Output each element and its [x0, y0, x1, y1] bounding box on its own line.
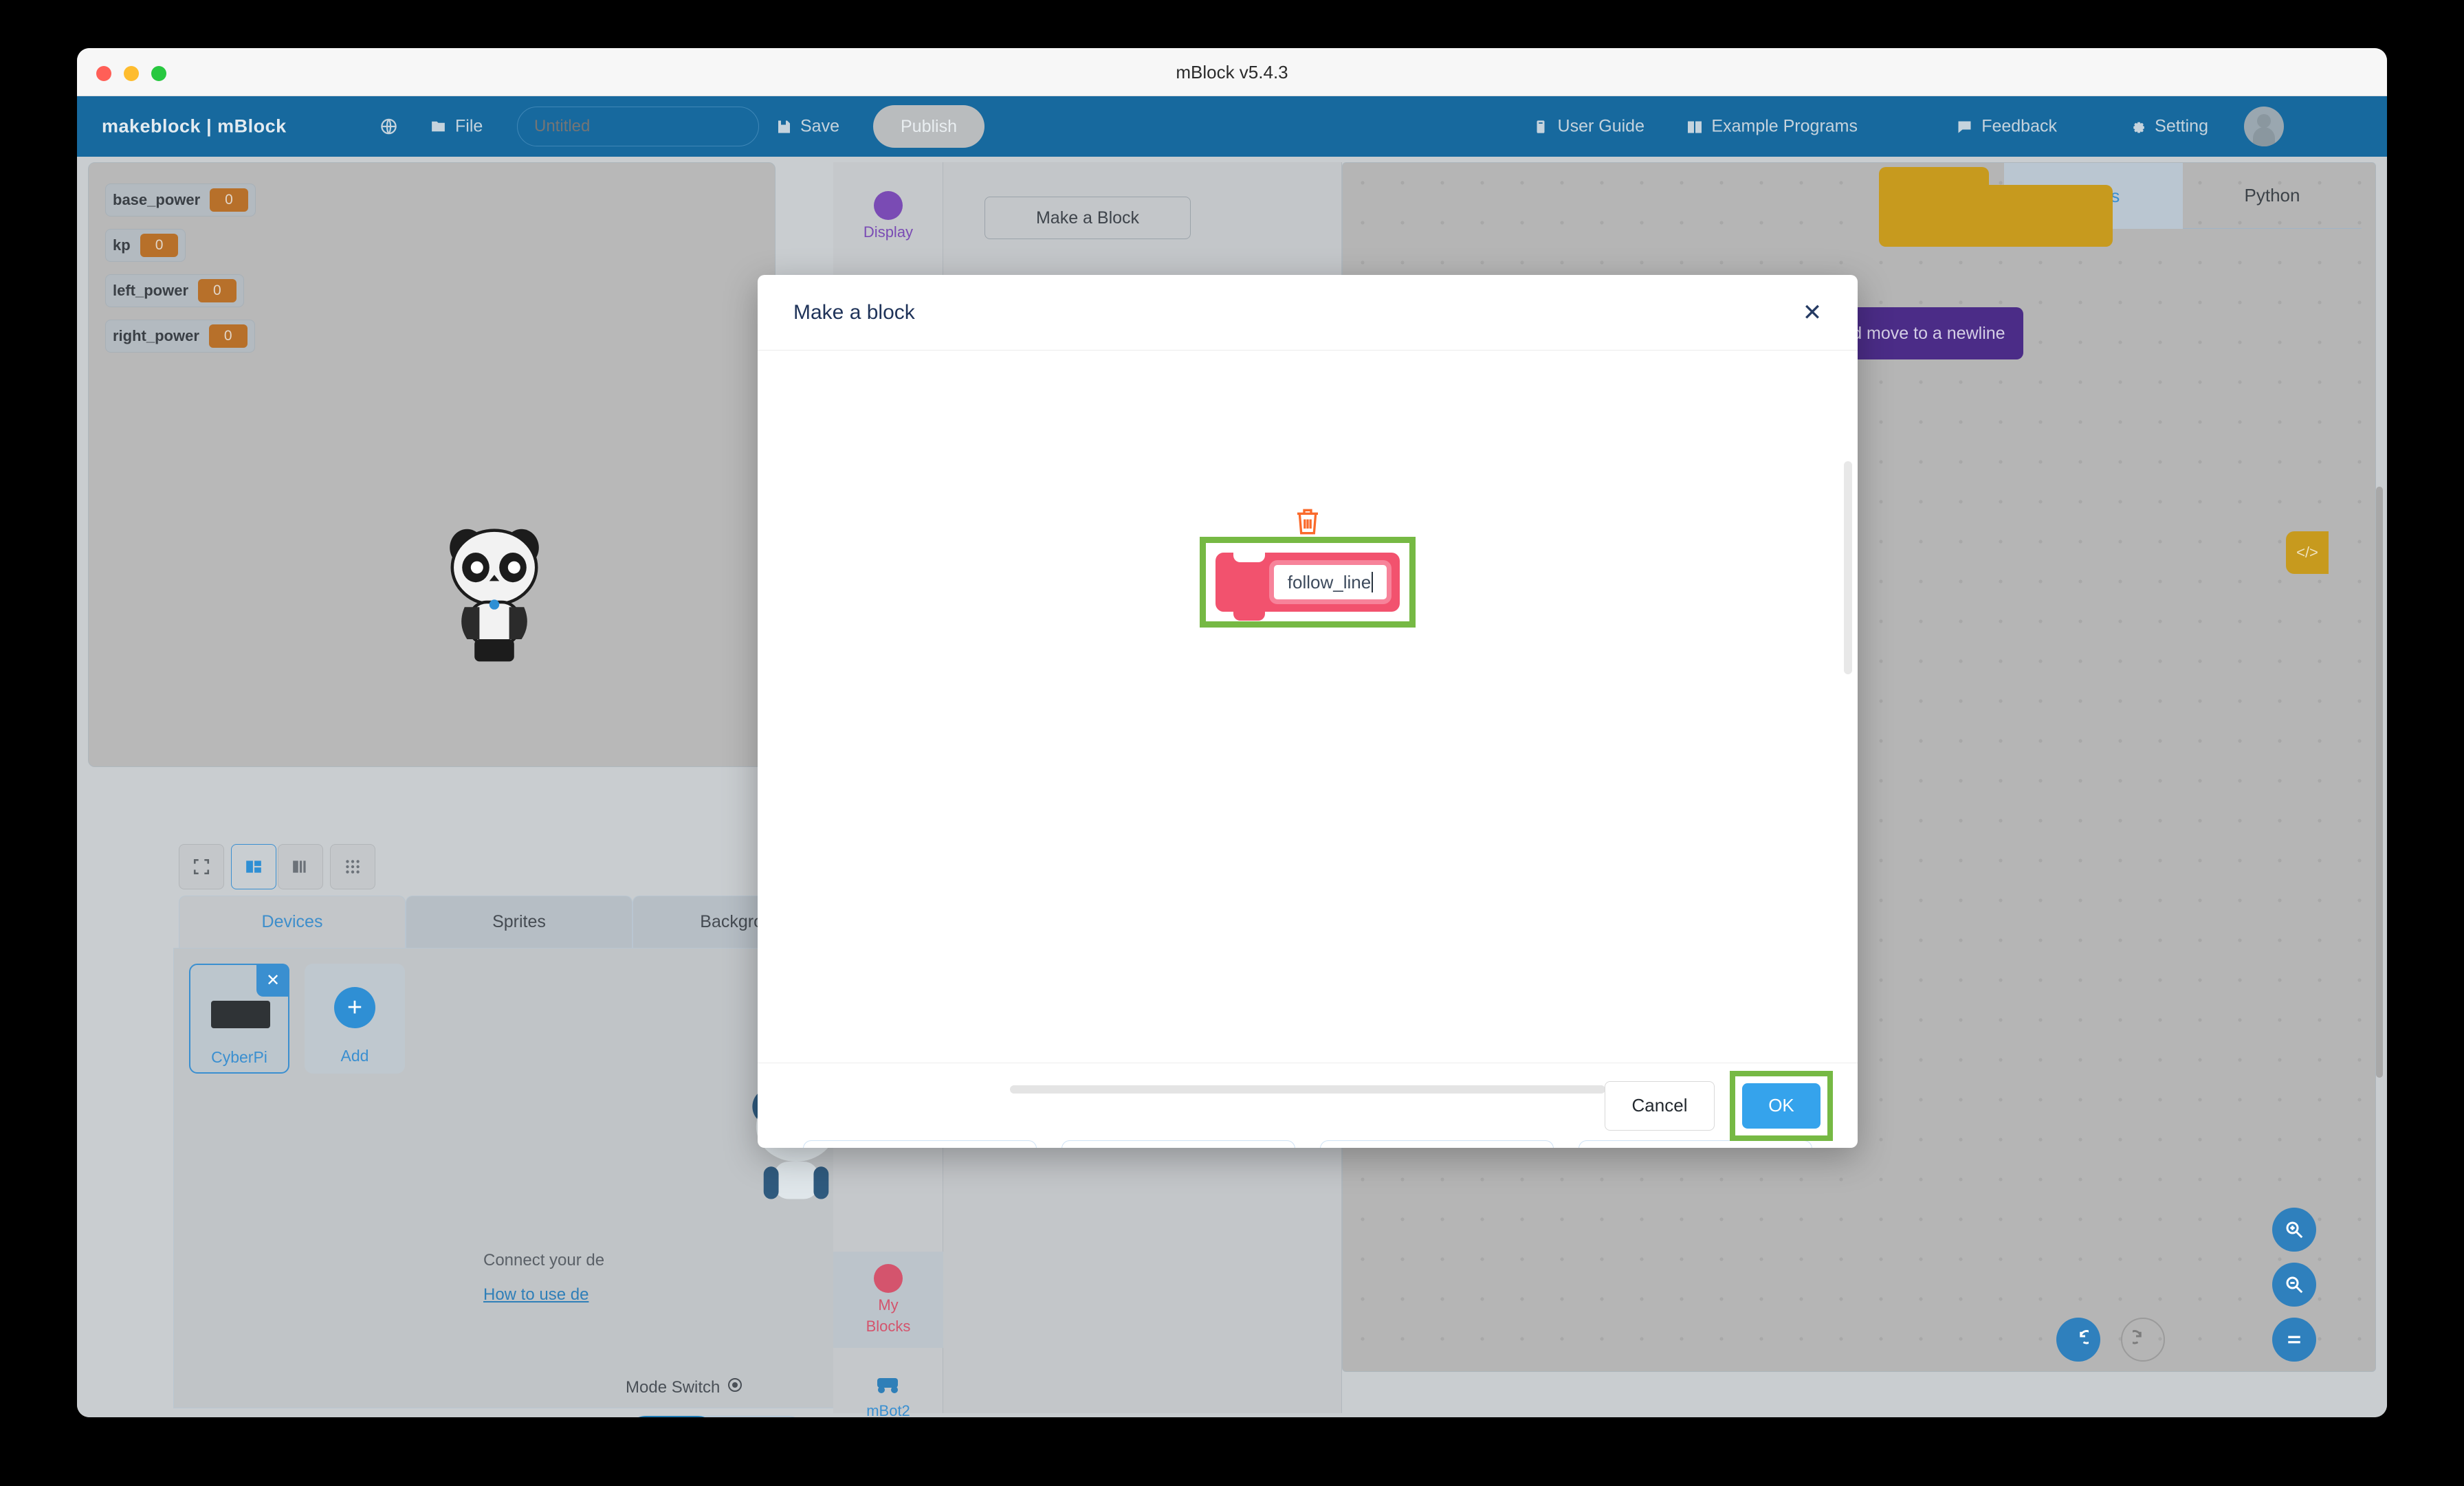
- avatar[interactable]: [2244, 107, 2284, 146]
- device-name: CyberPi: [211, 1048, 267, 1066]
- fullscreen-icon[interactable]: [179, 844, 224, 889]
- variable-name: base_power: [113, 191, 201, 208]
- variable-value: 0: [210, 188, 248, 212]
- variable-value: 0: [140, 234, 179, 257]
- brand-logo: makeblock | mBlock: [102, 115, 287, 137]
- block-text: and move to a newline: [1833, 323, 2005, 343]
- device-card-cyberpi[interactable]: ✕ CyberPi: [189, 964, 289, 1074]
- display-icon: [874, 190, 903, 220]
- info-icon[interactable]: [727, 1377, 743, 1398]
- myblocks-icon: [874, 1264, 903, 1294]
- publish-button[interactable]: Publish: [873, 105, 984, 148]
- add-device-button[interactable]: + Add: [305, 964, 405, 1074]
- dialog-title: Make a block: [793, 300, 915, 324]
- make-a-block-button[interactable]: Make a Block: [984, 197, 1191, 239]
- plus-icon: +: [334, 987, 375, 1028]
- device-thumbnail: [211, 1001, 270, 1028]
- dialog-vertical-scrollbar[interactable]: [1844, 461, 1852, 674]
- feedback-label: Feedback: [1981, 116, 2057, 136]
- window-titlebar: mBlock v5.4.3: [77, 48, 2387, 96]
- file-icon: [429, 118, 448, 136]
- file-menu-label: File: [455, 116, 483, 136]
- language-button[interactable]: [380, 118, 398, 136]
- palette-category-label: Display: [863, 223, 914, 241]
- palette-category-label-line1: My: [878, 1296, 899, 1314]
- file-menu-button[interactable]: File: [429, 117, 483, 137]
- setting-button[interactable]: Setting: [2128, 117, 2208, 137]
- close-icon[interactable]: ✕: [1796, 296, 1829, 329]
- mode-switch-text: Mode Switch: [626, 1377, 720, 1397]
- gear-icon: [2128, 118, 2147, 136]
- setting-label: Setting: [2155, 116, 2208, 136]
- books-icon: [1685, 118, 1704, 136]
- variable-monitor[interactable]: kp 0: [105, 229, 186, 262]
- tab-sprites[interactable]: Sprites: [406, 896, 632, 948]
- mode-upload-option[interactable]: Upload: [624, 1416, 719, 1417]
- palette-category-my-blocks[interactable]: My Blocks: [833, 1252, 943, 1348]
- ok-button-highlight: OK: [1730, 1070, 1833, 1141]
- variable-name: kp: [113, 236, 131, 254]
- user-guide-label: User Guide: [1557, 116, 1644, 136]
- save-button[interactable]: Save: [774, 117, 839, 137]
- right-vertical-scrollbar[interactable]: [2376, 487, 2383, 1078]
- save-label: Save: [800, 116, 839, 136]
- block-preview-highlight: follow_line: [1200, 537, 1416, 628]
- variable-monitor[interactable]: base_power 0: [105, 184, 256, 217]
- mode-switch-label: Mode Switch: [626, 1377, 743, 1398]
- zoom-reset-icon[interactable]: [2272, 1318, 2316, 1362]
- tab-devices[interactable]: Devices: [179, 896, 406, 948]
- tab-python[interactable]: Python: [2183, 163, 2362, 229]
- variable-name: right_power: [113, 327, 199, 344]
- variable-monitor[interactable]: right_power 0: [105, 320, 255, 353]
- palette-category-label: mBot2: [866, 1401, 910, 1417]
- redo-icon[interactable]: [2121, 1318, 2165, 1362]
- how-to-use-device-link[interactable]: How to use de: [483, 1285, 588, 1305]
- example-programs-button[interactable]: Example Programs: [1685, 117, 1858, 137]
- example-programs-label: Example Programs: [1711, 116, 1858, 136]
- project-name-input[interactable]: [517, 107, 759, 146]
- main-toolbar: makeblock | mBlock File S: [77, 96, 2387, 157]
- workspace-folder-shape: [1879, 167, 2113, 247]
- dialog-scroll-area: follow_line Add an input number Add a: [758, 351, 1858, 1148]
- undo-icon[interactable]: [2056, 1318, 2100, 1362]
- code-badge[interactable]: </>: [2286, 531, 2329, 574]
- grid-icon[interactable]: [330, 844, 375, 889]
- variable-value: 0: [198, 279, 236, 302]
- mbot2-icon: [873, 1373, 903, 1399]
- window-title: mBlock v5.4.3: [1176, 62, 1288, 82]
- close-icon[interactable]: ✕: [256, 964, 289, 997]
- make-a-block-dialog: Make a block ✕ follow_line Cancel OK: [758, 275, 1858, 1148]
- panda-sprite[interactable]: [432, 510, 556, 682]
- variable-monitor[interactable]: left_power 0: [105, 274, 244, 307]
- large-stage-icon[interactable]: [278, 844, 323, 889]
- globe-icon: [380, 118, 398, 136]
- palette-category-label-line2: Blocks: [866, 1318, 911, 1335]
- palette-category-mbot2[interactable]: mBot2: [833, 1348, 943, 1417]
- zoom-in-icon[interactable]: [2272, 1208, 2316, 1252]
- stage-panel: base_power 0 kp 0 left_power 0 right_pow…: [88, 162, 776, 767]
- variable-value: 0: [208, 324, 248, 348]
- small-stage-icon[interactable]: [231, 844, 276, 889]
- book-icon: [1532, 118, 1550, 136]
- user-guide-button[interactable]: User Guide: [1532, 117, 1644, 137]
- zoom-out-icon[interactable]: [2272, 1263, 2316, 1307]
- block-name-value: follow_line: [1287, 571, 1372, 592]
- block-name-input[interactable]: follow_line: [1269, 560, 1392, 604]
- connect-hint-text: Connect your de: [483, 1251, 605, 1269]
- chat-icon: [1955, 118, 1974, 136]
- cancel-button[interactable]: Cancel: [1605, 1080, 1715, 1131]
- dialog-header: Make a block ✕: [758, 275, 1858, 351]
- feedback-button[interactable]: Feedback: [1955, 117, 2057, 137]
- app-window: mBlock v5.4.3 makeblock | mBlock File Un…: [77, 48, 2387, 1417]
- custom-block-shape: follow_line: [1216, 553, 1400, 621]
- add-device-label: Add: [340, 1047, 369, 1065]
- trash-icon[interactable]: [1294, 507, 1321, 537]
- save-icon: [774, 118, 793, 136]
- palette-category-display[interactable]: Display: [833, 168, 943, 264]
- ok-button[interactable]: OK: [1742, 1083, 1820, 1129]
- dialog-footer: Cancel OK: [758, 1063, 1858, 1148]
- mode-switch-toggle[interactable]: Upload Live: [624, 1416, 809, 1417]
- text-caret: [1372, 572, 1374, 592]
- variable-name: left_power: [113, 282, 189, 299]
